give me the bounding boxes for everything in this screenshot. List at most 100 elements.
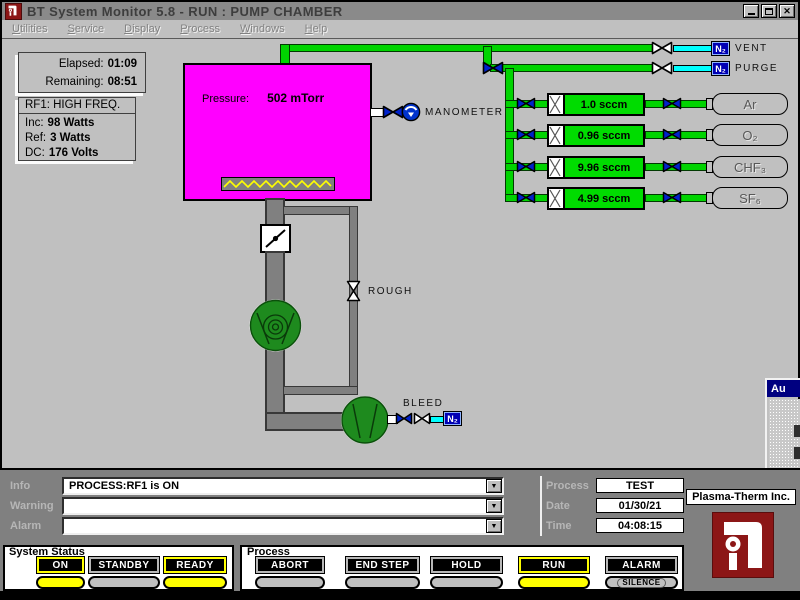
rough-label: ROUGH	[368, 286, 413, 297]
rf1-ref-value: 3 Watts	[50, 131, 90, 146]
dropdown-arrow-icon: ▼	[491, 483, 498, 490]
date-value: 01/30/21	[596, 498, 684, 513]
process-value: TEST	[596, 478, 684, 493]
hold-indicator	[430, 576, 503, 589]
hold-button[interactable]: HOLD	[430, 556, 503, 574]
rf1-title: RF1: HIGH FREQ.	[19, 98, 135, 113]
minimize-icon	[748, 13, 755, 15]
vent-n2-line	[673, 45, 712, 52]
gas-valve-icon	[662, 160, 682, 173]
mfc-x-icon	[549, 189, 565, 208]
system-standby-label: STANDBY	[91, 559, 157, 571]
purge-inlet-valve-icon	[482, 61, 504, 75]
system-ready-button[interactable]: READY	[163, 556, 227, 574]
vent-line	[280, 44, 656, 52]
run-label: RUN	[521, 559, 587, 571]
menu-display[interactable]: Display	[114, 23, 170, 35]
gas-cylinder-o2: O₂	[712, 124, 788, 146]
menu-help[interactable]: Help	[295, 23, 338, 35]
alarm-button[interactable]: ALARM	[605, 556, 678, 574]
chamber-gas-riser	[280, 44, 290, 65]
foreline-pipe	[265, 198, 285, 226]
warning-combobox[interactable]: ▼	[62, 497, 504, 515]
menu-utilities[interactable]: Utilities	[2, 23, 57, 35]
info-combobox[interactable]: PROCESS:RF1 is ON ▼	[62, 477, 504, 495]
close-icon: ✕	[783, 7, 791, 16]
abort-indicator	[255, 576, 325, 589]
system-on-indicator	[36, 576, 85, 589]
vent-n2-tag: N₂	[712, 42, 729, 55]
system-standby-button[interactable]: STANDBY	[88, 556, 160, 574]
run-button[interactable]: RUN	[518, 556, 590, 574]
hold-label: HOLD	[433, 559, 500, 571]
vent-valve-icon	[651, 41, 673, 55]
end-step-button[interactable]: END STEP	[345, 556, 420, 574]
aux-window-title: Au	[767, 380, 800, 397]
end-step-label: END STEP	[348, 559, 417, 571]
alarm-label: Alarm	[10, 520, 41, 532]
info-dropdown-button[interactable]: ▼	[486, 479, 502, 493]
foreline-pipe	[265, 251, 285, 303]
system-standby-indicator	[88, 576, 160, 589]
mfc-ar: 1.0 sccm	[547, 93, 645, 116]
close-button[interactable]: ✕	[779, 4, 795, 18]
purge-line	[490, 64, 656, 72]
app-logo-icon	[5, 3, 22, 20]
turbo-pump-icon	[248, 298, 303, 353]
system-ready-indicator	[163, 576, 227, 589]
mfc-flow-value: 0.96 sccm	[565, 126, 643, 145]
gas-valve-icon	[516, 97, 536, 110]
window-controls: ✕	[743, 4, 798, 18]
timer-panel: Elapsed:01:09 Remaining:08:51	[18, 52, 146, 93]
title-bar[interactable]: BT System Monitor 5.8 - RUN : PUMP CHAMB…	[2, 2, 798, 20]
info-value: PROCESS:RF1 is ON	[64, 479, 502, 493]
company-name: Plasma-Therm Inc.	[686, 489, 796, 505]
dropdown-arrow-icon: ▼	[491, 503, 498, 510]
gas-valve-icon	[516, 160, 536, 173]
time-value: 04:08:15	[596, 518, 684, 533]
bleed-n2-tag: N₂	[444, 412, 461, 425]
purge-n2-tag: N₂	[712, 62, 729, 75]
alarm-combobox[interactable]: ▼	[62, 517, 504, 535]
abort-button[interactable]: ABORT	[255, 556, 325, 574]
minimize-button[interactable]	[743, 4, 759, 18]
mfc-x-icon	[549, 158, 565, 177]
info-label: Info	[10, 480, 30, 492]
system-on-button[interactable]: ON	[36, 556, 85, 574]
alarm-silence-indicator[interactable]: SILENCE	[605, 576, 678, 589]
rough-bypass-pipe	[283, 386, 358, 395]
system-on-label: ON	[39, 559, 82, 571]
run-indicator	[518, 576, 590, 589]
dropdown-arrow-icon: ▼	[491, 523, 498, 530]
alarm-dropdown-button[interactable]: ▼	[486, 519, 502, 533]
mfc-sf6: 4.99 sccm	[547, 187, 645, 210]
mfc-x-icon	[549, 126, 565, 145]
bleed-n2-line	[430, 416, 444, 423]
warning-dropdown-button[interactable]: ▼	[486, 499, 502, 513]
rf1-inc-label: Inc:	[25, 116, 44, 131]
menu-bar: Utilities Service Display Process Window…	[2, 20, 798, 39]
gas-cylinder-chf3: CHF₃	[712, 156, 788, 178]
menu-service[interactable]: Service	[57, 23, 114, 35]
chamber-pressure: Pressure: 502 mTorr	[202, 91, 324, 105]
aux-window-content	[794, 425, 800, 437]
purge-valve-icon	[651, 61, 673, 75]
manometer-label: MANOMETER	[425, 107, 504, 118]
menu-windows[interactable]: Windows	[230, 23, 295, 35]
process-chamber: Pressure: 502 mTorr	[183, 63, 372, 201]
remaining-label: Remaining:	[45, 73, 103, 91]
menu-process[interactable]: Process	[170, 23, 230, 35]
gas-cylinder-ar: Ar	[712, 93, 788, 115]
rough-bypass-pipe	[283, 206, 358, 215]
maximize-button[interactable]	[761, 4, 777, 18]
bleed-valve-icon	[395, 412, 413, 425]
bleed-valve-icon	[413, 412, 431, 425]
purge-n2-line	[673, 65, 712, 72]
electrode-heater-icon	[221, 177, 335, 191]
gas-valve-icon	[662, 191, 682, 204]
system-ready-label: READY	[166, 559, 224, 571]
end-step-indicator	[345, 576, 420, 589]
rf1-panel: Inc:98 Watts Ref:3 Watts DC:176 Volts	[18, 113, 136, 161]
pressure-label: Pressure:	[202, 93, 249, 105]
company-logo-icon	[712, 512, 774, 578]
